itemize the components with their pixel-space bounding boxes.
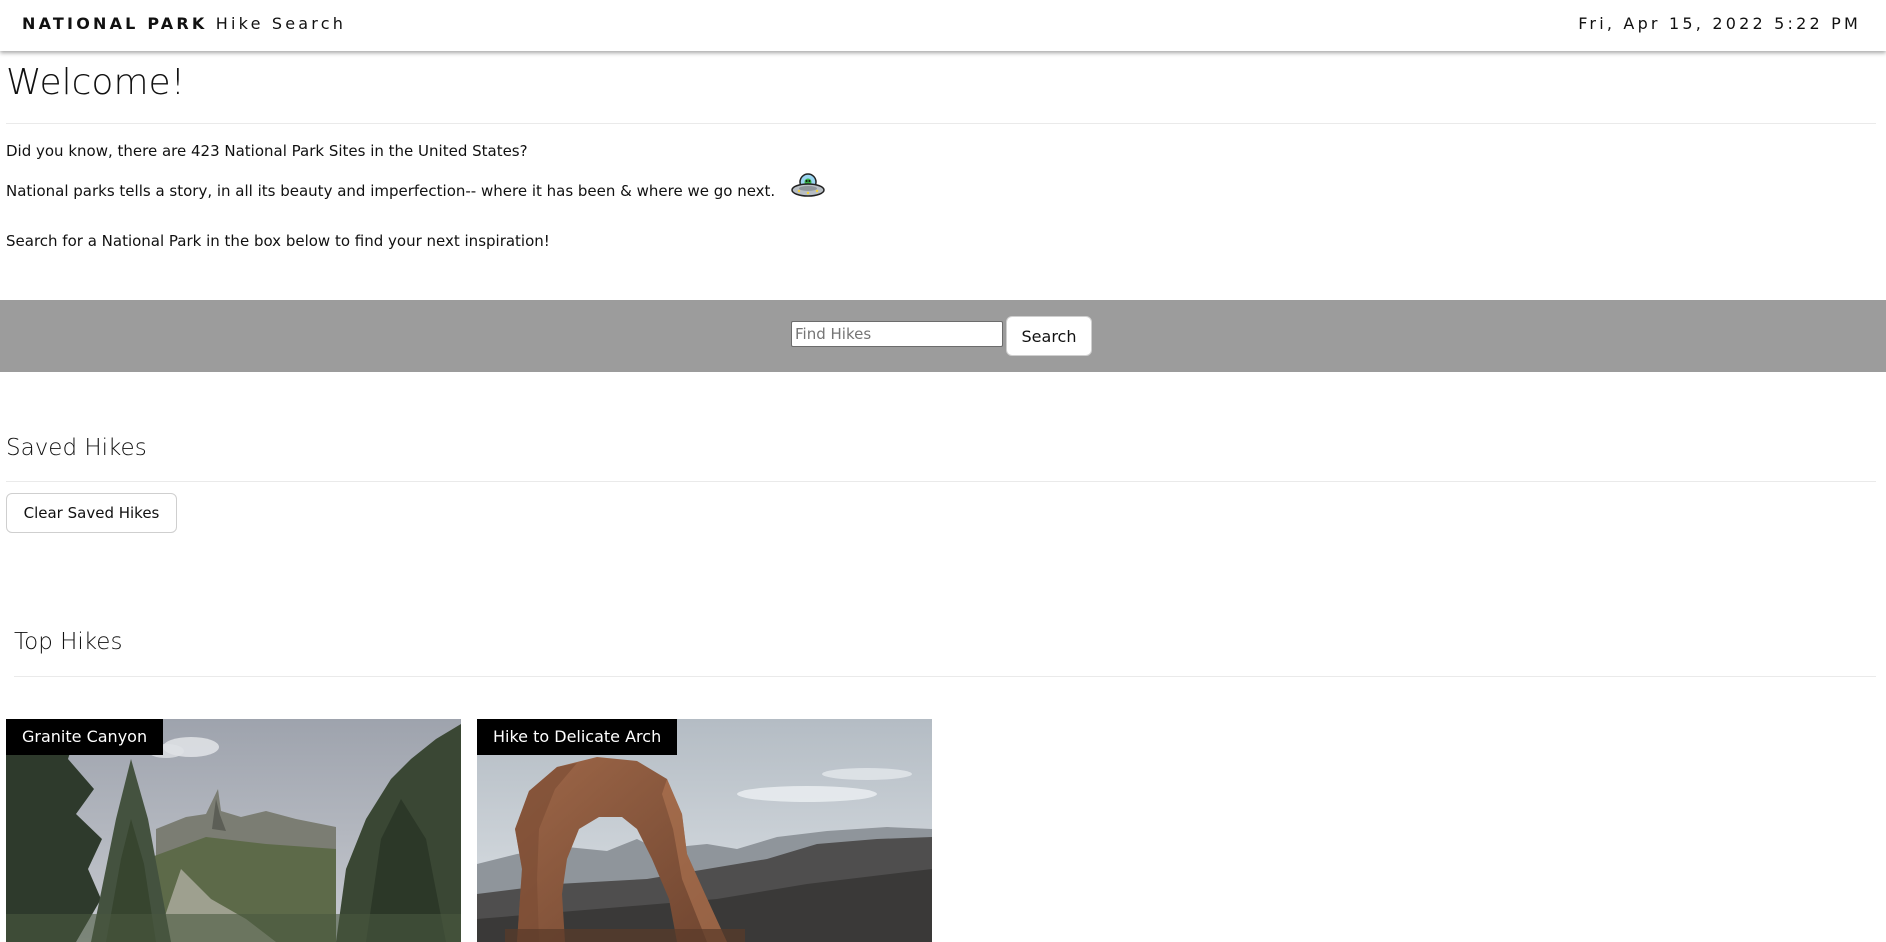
divider <box>6 481 1876 482</box>
current-datetime: Fri, Apr 15, 2022 5:22 PM <box>1578 14 1861 33</box>
search-bar: Search <box>0 300 1886 372</box>
hike-card-granite-canyon[interactable]: Granite Canyon <box>6 719 461 942</box>
divider <box>6 123 1876 124</box>
search-input[interactable] <box>791 321 1003 347</box>
page-title: Welcome! <box>6 62 186 103</box>
intro-instruction: Search for a National Park in the box be… <box>6 232 550 250</box>
ufo-icon <box>790 171 826 201</box>
intro-story: National parks tells a story, in all its… <box>6 182 776 200</box>
top-hikes-title: Top Hikes <box>14 629 123 655</box>
search-button[interactable]: Search <box>1006 316 1092 356</box>
intro-fact: Did you know, there are 423 National Par… <box>6 142 528 160</box>
brand-title: NATIONAL PARK <box>22 14 208 33</box>
divider <box>14 676 1876 677</box>
brand-subtitle: Hike Search <box>215 14 347 33</box>
navbar: NATIONAL PARK Hike Search Fri, Apr 15, 2… <box>0 0 1886 51</box>
clear-saved-hikes-button[interactable]: Clear Saved Hikes <box>6 493 177 533</box>
hike-card-delicate-arch[interactable]: Hike to Delicate Arch <box>477 719 932 942</box>
hike-card-label: Hike to Delicate Arch <box>477 719 678 755</box>
hike-card-label: Granite Canyon <box>6 719 164 755</box>
brand[interactable]: NATIONAL PARK Hike Search <box>22 14 346 33</box>
saved-hikes-title: Saved Hikes <box>6 435 147 461</box>
